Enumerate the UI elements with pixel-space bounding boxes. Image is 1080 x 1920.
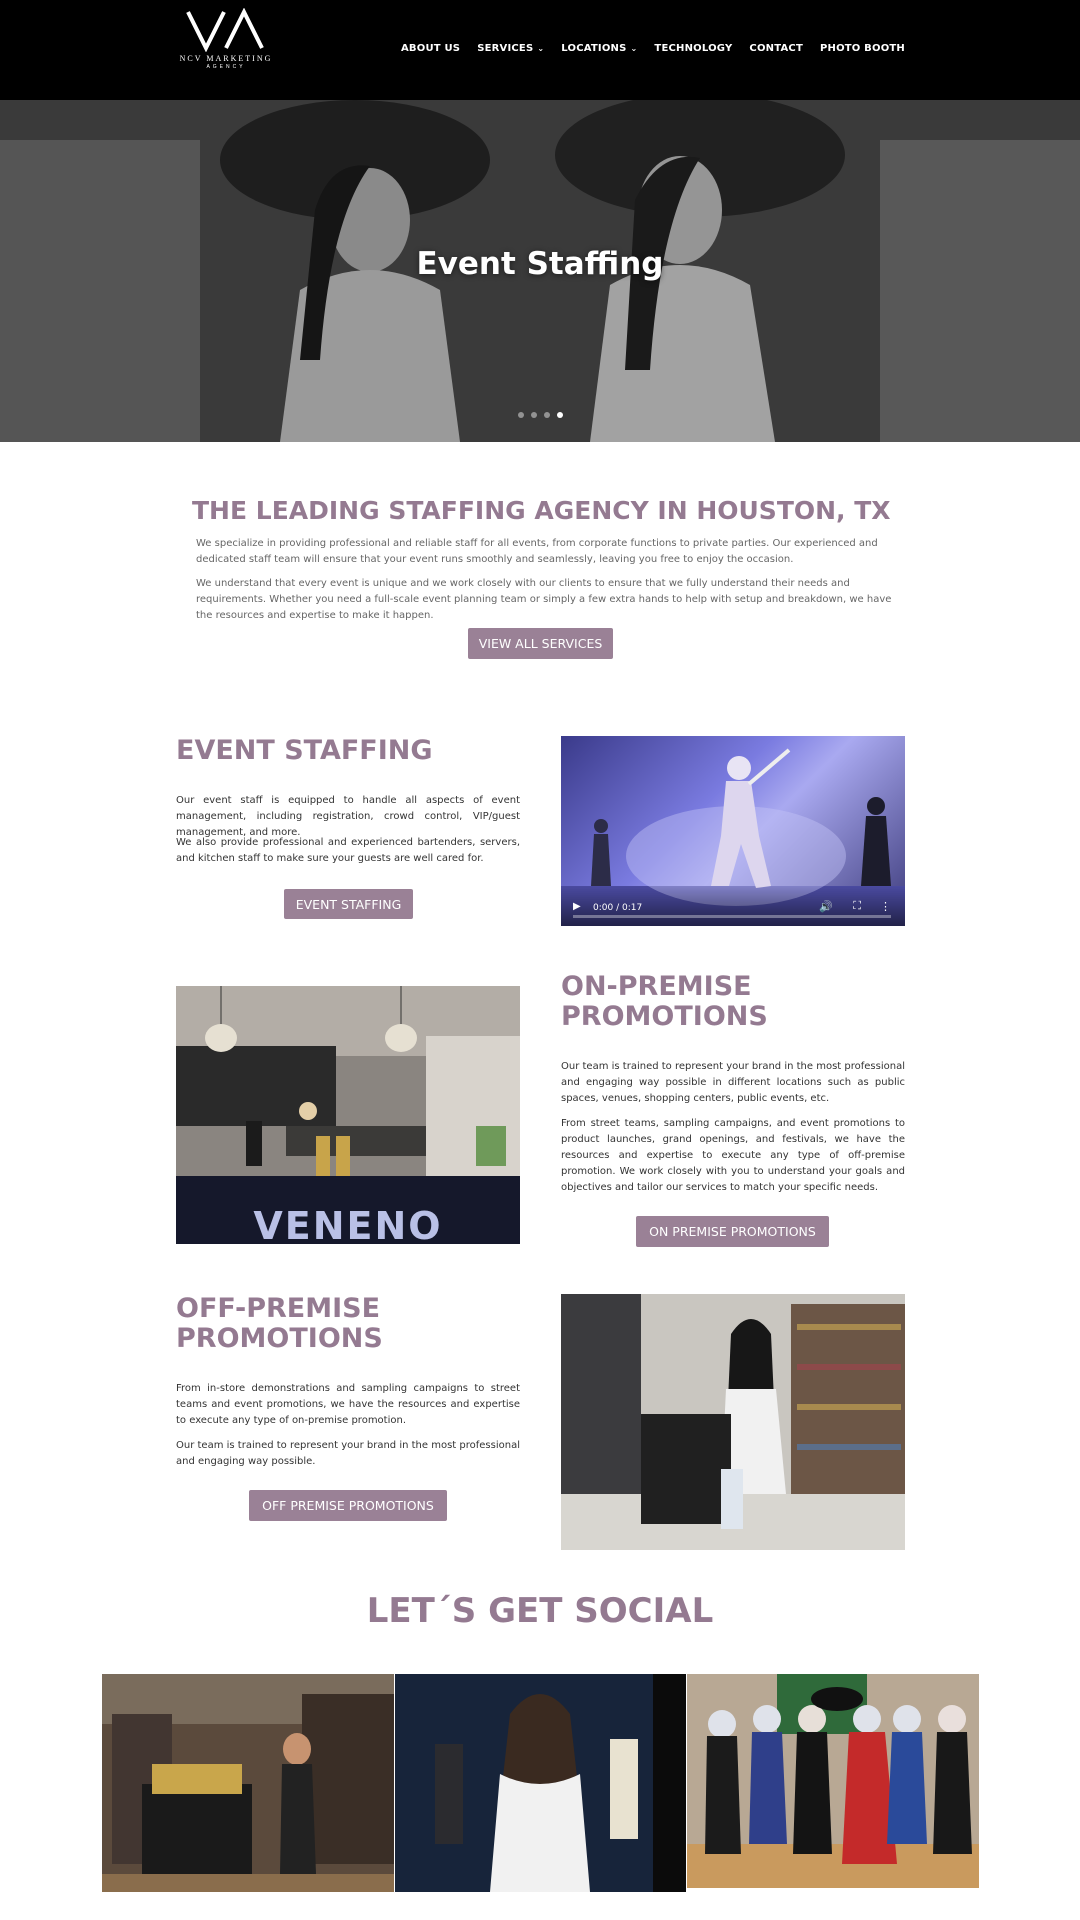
nav-label: LOCATIONS — [561, 43, 627, 54]
play-icon[interactable]: ▶ — [573, 901, 581, 912]
on-premise-promotions-button[interactable]: ON PREMISE PROMOTIONS — [636, 1216, 829, 1247]
intro-paragraph-1: We specialize in providing professional … — [196, 538, 878, 565]
volume-icon[interactable]: 🔊 — [819, 900, 833, 913]
slider-dots — [0, 412, 1080, 418]
event-staffing-video[interactable]: ▶ 0:00 / 0:17 🔊 ⛶ ⋮ — [561, 736, 905, 926]
hero-title: Event Staffing — [416, 246, 664, 282]
more-vertical-icon[interactable]: ⋮ — [880, 900, 891, 913]
event-staffing-button[interactable]: EVENT STAFFING — [284, 889, 413, 919]
slider-dot[interactable] — [530, 412, 537, 418]
nav-label: SERVICES — [477, 43, 534, 54]
off-premise-image — [561, 1294, 905, 1550]
logo-mark — [186, 8, 264, 52]
social-image-3 — [687, 1674, 979, 1888]
off-premise-title: OFF-PREMISE PROMOTIONS — [176, 1294, 383, 1354]
chevron-down-icon: ⌄ — [537, 44, 545, 53]
nav-technology[interactable]: TECHNOLOGY — [654, 43, 732, 54]
slider-dot[interactable] — [543, 412, 550, 418]
on-premise-title-line-1: ON-PREMISE — [561, 971, 752, 1002]
on-premise-title-line-2: PROMOTIONS — [561, 1001, 768, 1032]
off-premise-title-line-1: OFF-PREMISE — [176, 1293, 381, 1324]
site-header: NCV MARKETING AGENCY ABOUT US SERVICES ⌄ … — [0, 0, 1080, 100]
event-staffing-title: EVENT STAFFING — [176, 735, 433, 766]
nav-locations[interactable]: LOCATIONS ⌄ — [561, 43, 637, 54]
chevron-down-icon: ⌄ — [630, 44, 638, 53]
event-staffing-paragraph-1: Our event staff is equipped to handle al… — [176, 795, 520, 838]
social-photo-1[interactable] — [102, 1674, 394, 1892]
off-premise-paragraph-2: Our team is trained to represent your br… — [176, 1440, 520, 1467]
intro-title: THE LEADING STAFFING AGENCY IN HOUSTON, … — [192, 496, 891, 525]
nav-label: CONTACT — [749, 43, 803, 54]
social-photo-3[interactable] — [687, 1674, 979, 1888]
fullscreen-icon[interactable]: ⛶ — [853, 900, 861, 913]
event-staffing-paragraph-2: We also provide professional and experie… — [176, 837, 520, 864]
slider-dot[interactable] — [517, 412, 524, 418]
video-controls: ▶ 0:00 / 0:17 🔊 ⛶ ⋮ — [561, 886, 905, 926]
nav-about-us[interactable]: ABOUT US — [401, 43, 460, 54]
main-nav: ABOUT US SERVICES ⌄ LOCATIONS ⌄ TECHNOLOGY… — [401, 43, 905, 54]
logo[interactable]: NCV MARKETING AGENCY — [178, 8, 274, 80]
off-premise-title-line-2: PROMOTIONS — [176, 1323, 383, 1354]
social-image-1 — [102, 1674, 394, 1892]
on-premise-paragraph-2: From street teams, sampling campaigns, a… — [561, 1118, 905, 1193]
off-premise-promotions-button[interactable]: OFF PREMISE PROMOTIONS — [249, 1490, 447, 1521]
nav-label: PHOTO BOOTH — [819, 43, 905, 54]
nav-services[interactable]: SERVICES ⌄ — [477, 43, 544, 54]
on-premise-paragraph-1: Our team is trained to represent your br… — [561, 1061, 905, 1104]
on-premise-photo: VENENO — [176, 986, 520, 1244]
logo-subtext: AGENCY — [206, 64, 246, 70]
intro-paragraph-2: We understand that every event is unique… — [196, 578, 892, 621]
photo-banner-text: VENENO — [253, 1204, 443, 1244]
off-premise-paragraph-1: From in-store demonstrations and samplin… — [176, 1383, 520, 1426]
slider-dot-active[interactable] — [556, 412, 563, 418]
off-premise-photo — [561, 1294, 905, 1550]
nav-label: ABOUT US — [400, 43, 461, 54]
nav-photo-booth[interactable]: PHOTO BOOTH — [820, 43, 905, 54]
hero-slider: Event Staffing — [0, 100, 1080, 442]
on-premise-title: ON-PREMISE PROMOTIONS — [561, 972, 768, 1032]
social-photo-2[interactable] — [395, 1674, 686, 1892]
nav-label: TECHNOLOGY — [654, 43, 733, 54]
social-image-2 — [395, 1674, 686, 1892]
social-title: LET´S GET SOCIAL — [366, 1591, 714, 1631]
video-progress-bar[interactable] — [573, 915, 891, 918]
nav-contact[interactable]: CONTACT — [749, 43, 803, 54]
logo-text: NCV MARKETING — [179, 54, 273, 63]
video-time: 0:00 / 0:17 — [593, 903, 643, 913]
view-all-services-button[interactable]: VIEW ALL SERVICES — [468, 628, 613, 659]
